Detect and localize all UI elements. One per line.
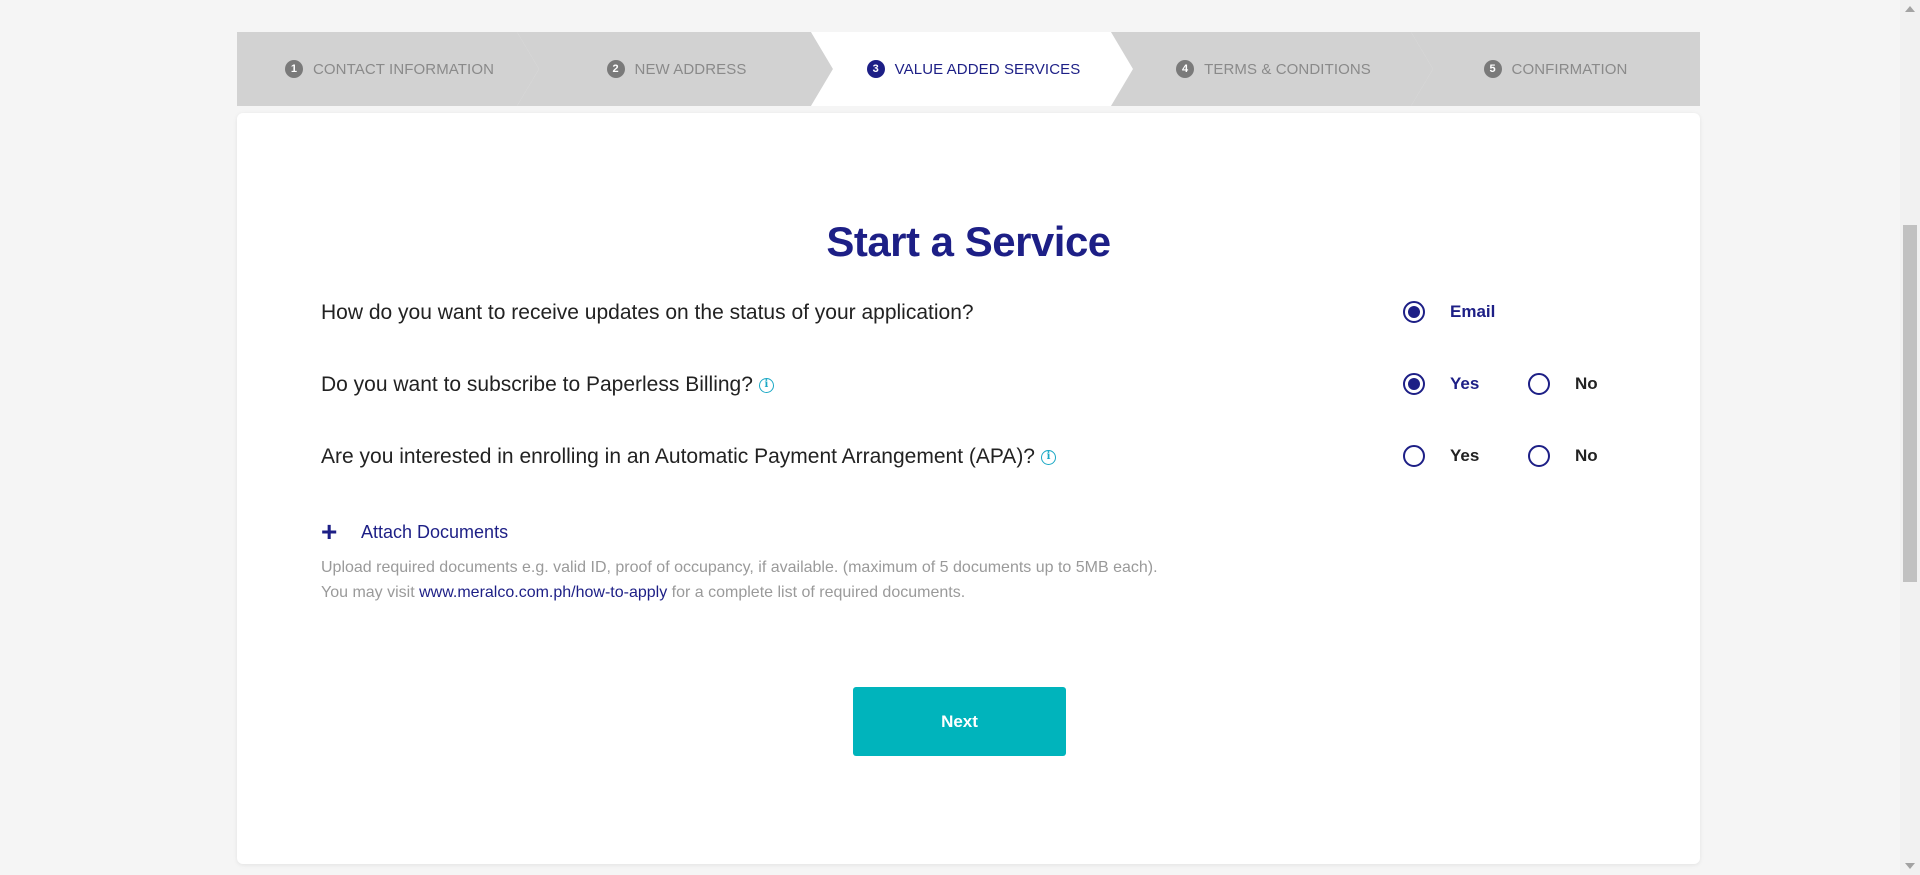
attach-documents-label[interactable]: Attach Documents: [361, 522, 508, 543]
step-contact-information[interactable]: 1 CONTACT INFORMATION: [237, 32, 542, 106]
step-confirmation[interactable]: 5 CONFIRMATION: [1411, 32, 1700, 106]
radio-group-updates: Email: [1403, 301, 1528, 323]
help-prefix: You may visit: [321, 584, 420, 601]
option-apa-yes[interactable]: Yes: [1403, 445, 1528, 467]
vertical-scrollbar[interactable]: [1900, 0, 1920, 875]
next-button[interactable]: Next: [853, 687, 1066, 756]
option-paperless-no[interactable]: No: [1528, 373, 1653, 395]
scrollbar-thumb[interactable]: [1903, 225, 1917, 582]
radio-label-yes[interactable]: Yes: [1450, 446, 1479, 466]
upload-help-text: Upload required documents e.g. valid ID,…: [321, 555, 1158, 605]
scroll-up-icon[interactable]: [1905, 6, 1915, 12]
question-text: How do you want to receive updates on th…: [321, 301, 974, 324]
step-new-address[interactable]: 2 NEW ADDRESS: [517, 32, 836, 106]
radio-group-paperless: Yes No: [1403, 373, 1653, 395]
question-status-updates: How do you want to receive updates on th…: [321, 293, 1621, 333]
step-label: NEW ADDRESS: [634, 60, 747, 78]
step-number: 2: [607, 60, 625, 78]
page-title: Start a Service: [826, 218, 1111, 265]
step-label: CONFIRMATION: [1511, 60, 1628, 78]
radio-group-apa: Yes No: [1403, 445, 1653, 467]
step-number: 5: [1483, 60, 1502, 78]
help-suffix: for a complete list of required document…: [667, 584, 966, 601]
radio-apa-yes[interactable]: [1403, 445, 1425, 467]
help-line-2: You may visit www.meralco.com.ph/how-to-…: [321, 580, 1158, 605]
option-paperless-yes[interactable]: Yes: [1403, 373, 1528, 395]
radio-label-no[interactable]: No: [1575, 446, 1598, 466]
step-label: VALUE ADDED SERVICES: [894, 60, 1081, 78]
question-apa: Are you interested in enrolling in an Au…: [321, 437, 1621, 477]
step-terms-conditions[interactable]: 4 TERMS & CONDITIONS: [1111, 32, 1436, 106]
step-number: 3: [867, 60, 885, 78]
radio-selected-dot: [1408, 378, 1420, 390]
step-label: CONTACT INFORMATION: [312, 60, 495, 78]
how-to-apply-link[interactable]: www.meralco.com.ph/how-to-apply: [419, 584, 667, 601]
radio-label-email[interactable]: Email: [1450, 302, 1495, 322]
plus-icon: +: [321, 516, 338, 547]
radio-selected-dot: [1408, 306, 1420, 318]
question-paperless-billing: Do you want to subscribe to Paperless Bi…: [321, 365, 1621, 405]
step-value-added-services[interactable]: 3 VALUE ADDED SERVICES: [811, 32, 1136, 106]
question-text: Are you interested in enrolling in an Au…: [321, 445, 1035, 468]
option-email[interactable]: Email: [1403, 301, 1528, 323]
radio-apa-no[interactable]: [1528, 445, 1550, 467]
radio-label-no[interactable]: No: [1575, 374, 1598, 394]
page: 1 CONTACT INFORMATION 2 NEW ADDRESS 3 VA…: [0, 0, 1920, 875]
info-icon[interactable]: i: [1041, 449, 1056, 465]
radio-label-yes[interactable]: Yes: [1450, 374, 1479, 394]
attach-documents-button[interactable]: + Attach Documents: [321, 518, 508, 546]
step-number: 1: [285, 60, 303, 78]
info-icon[interactable]: i: [758, 377, 774, 393]
radio-paperless-no[interactable]: [1528, 373, 1550, 395]
scroll-down-icon[interactable]: [1905, 863, 1915, 869]
option-apa-no[interactable]: No: [1528, 445, 1653, 467]
help-line-1: Upload required documents e.g. valid ID,…: [321, 559, 1158, 576]
radio-paperless-yes[interactable]: [1403, 373, 1425, 395]
step-number: 4: [1176, 60, 1194, 78]
progress-stepper: 1 CONTACT INFORMATION 2 NEW ADDRESS 3 VA…: [237, 32, 1700, 106]
form-card: Start a Service How do you want to recei…: [237, 113, 1700, 864]
step-label: TERMS & CONDITIONS: [1204, 60, 1371, 78]
question-text: Do you want to subscribe to Paperless Bi…: [321, 373, 753, 396]
radio-email[interactable]: [1403, 301, 1425, 323]
